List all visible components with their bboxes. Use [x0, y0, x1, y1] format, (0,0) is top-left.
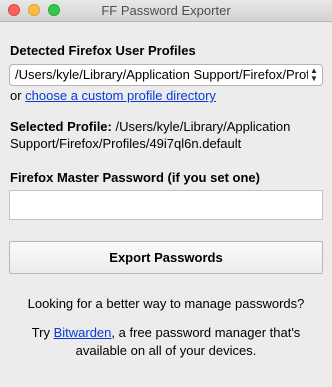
export-passwords-button[interactable]: Export Passwords — [9, 241, 323, 274]
promo-try-text: Try — [31, 325, 54, 340]
app-window: FF Password Exporter Detected Firefox Us… — [0, 0, 332, 387]
promo-line-1: Try Bitwarden, a free password manager t… — [0, 324, 332, 341]
master-password-label: Firefox Master Password (if you set one) — [10, 170, 260, 185]
custom-directory-row: or choose a custom profile directory — [10, 88, 216, 103]
bitwarden-link[interactable]: Bitwarden — [54, 325, 112, 340]
choose-custom-directory-link[interactable]: choose a custom profile directory — [25, 88, 216, 103]
selected-profile-label: Selected Profile: — [10, 119, 112, 134]
promo-question: Looking for a better way to manage passw… — [27, 296, 305, 311]
master-password-input[interactable] — [9, 190, 323, 220]
selected-profile-info: Selected Profile: /Users/kyle/Library/Ap… — [10, 118, 322, 152]
select-arrows-icon: ▲ ▼ — [310, 66, 318, 83]
main-content: Detected Firefox User Profiles /Users/ky… — [0, 22, 332, 387]
title-bar[interactable]: FF Password Exporter — [0, 0, 332, 22]
detected-profiles-heading: Detected Firefox User Profiles — [10, 43, 196, 58]
or-text: or — [10, 88, 26, 103]
window-title: FF Password Exporter — [101, 3, 231, 18]
promo-line-2: available on all of your devices. — [75, 343, 257, 358]
profile-select[interactable]: /Users/kyle/Library/Application Support/… — [9, 64, 323, 86]
promo-after-link: , a free password manager that's — [111, 325, 301, 340]
profile-select-value: /Users/kyle/Library/Application Support/… — [15, 67, 308, 82]
